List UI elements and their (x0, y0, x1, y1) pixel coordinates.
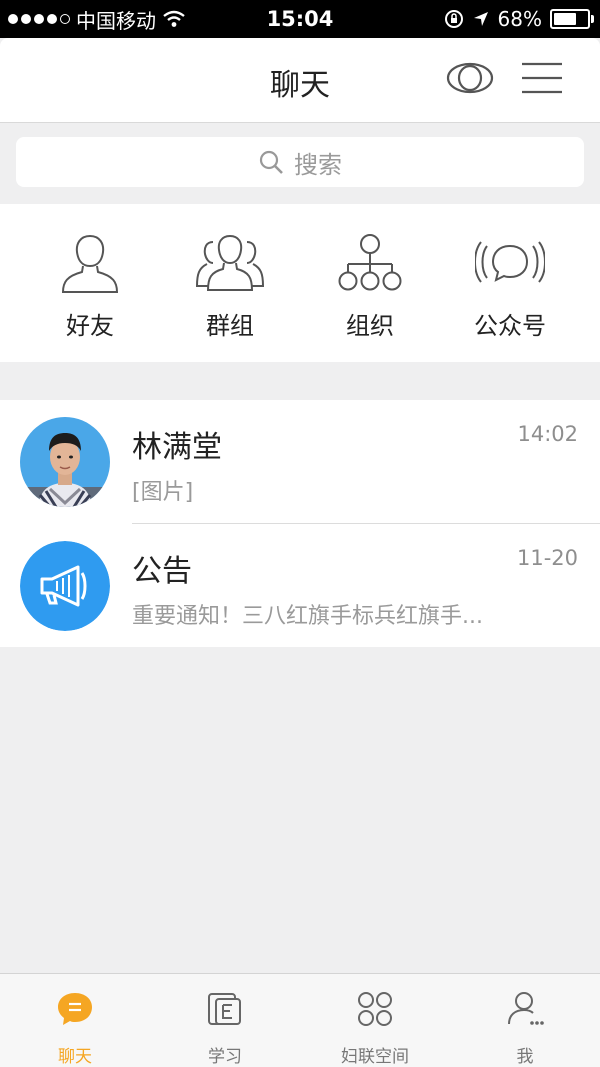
chat-preview: 重要通知！三八红旗手标兵红旗手... (132, 604, 483, 629)
menu-icon[interactable] (518, 58, 566, 98)
avatar (20, 417, 110, 507)
chat-name: 公告 (132, 554, 192, 589)
chat-item[interactable]: 公告 11-20 重要通知！三八红旗手标兵红旗手... (0, 524, 600, 648)
status-left: 中国移动 (0, 5, 186, 34)
chat-preview: [图片] (132, 480, 194, 505)
book-icon (208, 993, 241, 1025)
grid-icon (358, 992, 392, 1026)
tab-label: 我 (516, 1047, 534, 1067)
carrier-label: 中国移动 (76, 8, 156, 33)
tab-study[interactable]: 学习 (150, 974, 300, 1067)
chat-time: 14:02 (517, 422, 578, 446)
profile-icon (508, 992, 544, 1025)
entry-groups[interactable]: 群组 (160, 204, 300, 362)
signal-strength-icon (8, 14, 70, 24)
entry-official-accounts[interactable]: 公众号 (440, 204, 580, 362)
tab-label: 聊天 (58, 1047, 92, 1067)
organization-icon (338, 234, 402, 291)
battery-percent: 68% (497, 7, 542, 31)
location-arrow-icon (473, 12, 488, 26)
status-right: 68% (444, 7, 600, 31)
chat-item[interactable]: 林满堂 14:02 [图片] (0, 400, 600, 524)
chat-bubble-icon (58, 993, 92, 1025)
search-placeholder: 搜索 (294, 150, 342, 179)
page-title: 聊天 (270, 68, 330, 103)
tab-bar: 聊天 学习 妇联空间 我 (0, 973, 600, 1067)
tab-label: 妇联空间 (341, 1047, 409, 1067)
avatar (20, 541, 110, 631)
chat-list: 林满堂 14:02 [图片] 公告 11-20 重要通知！三八红旗手标兵红旗手.… (0, 400, 600, 647)
orientation-lock-icon (444, 10, 463, 28)
status-bar: 中国移动 15:04 68% (0, 0, 600, 38)
search-icon (259, 150, 283, 174)
quick-entries: 好友 群组 组织 公众号 (0, 204, 600, 362)
friend-icon (61, 234, 119, 293)
official-account-icon (475, 241, 545, 283)
group-icon (195, 234, 265, 291)
chat-time: 11-20 (516, 546, 578, 570)
navigation-bar: 聊天 (0, 38, 600, 123)
entry-label: 公众号 (474, 312, 546, 340)
phone-screen: 中国移动 15:04 68% 聊天 搜索 好友 群组 组织 公众号 林满堂 14… (0, 0, 600, 1067)
chat-name: 林满堂 (132, 430, 222, 465)
entry-label: 组织 (346, 312, 394, 340)
wifi-icon (163, 10, 185, 27)
user-photo-icon (20, 417, 110, 507)
tab-chat[interactable]: 聊天 (0, 974, 150, 1067)
megaphone-icon (20, 541, 110, 631)
entry-label: 好友 (66, 312, 114, 340)
eye-icon[interactable] (444, 58, 496, 98)
tab-label: 学习 (208, 1047, 242, 1067)
entry-label: 群组 (206, 312, 254, 340)
tab-women-federation-space[interactable]: 妇联空间 (300, 974, 450, 1067)
entry-friends[interactable]: 好友 (20, 204, 160, 362)
entry-organization[interactable]: 组织 (300, 204, 440, 362)
search-bar[interactable]: 搜索 (16, 137, 584, 187)
battery-icon (550, 9, 594, 29)
tab-me[interactable]: 我 (450, 974, 600, 1067)
